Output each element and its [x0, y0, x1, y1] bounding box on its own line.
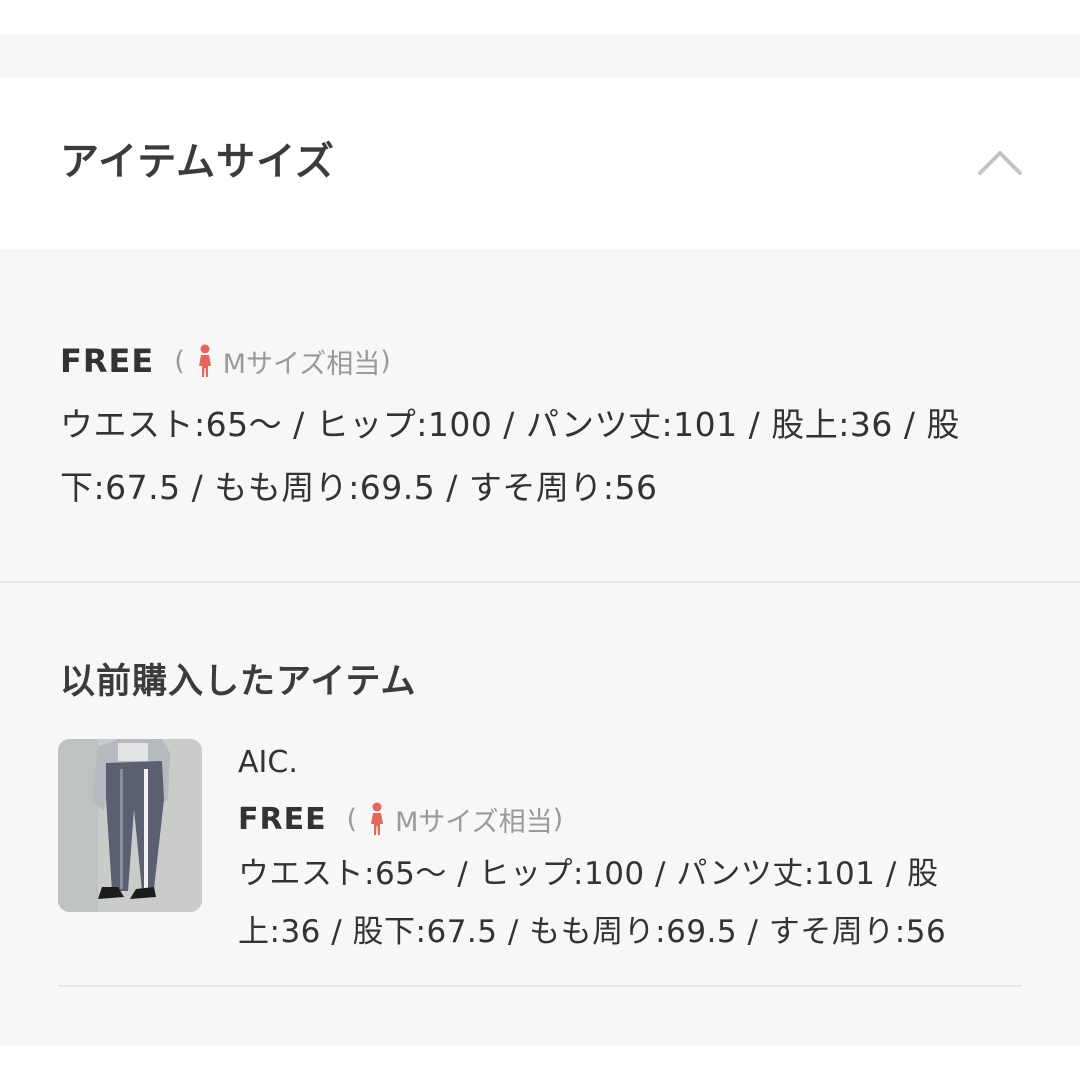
open-paren: ( — [174, 345, 185, 377]
brand-name: AIC. — [238, 745, 298, 780]
divider — [0, 581, 1080, 583]
equivalent-label: Mサイズ相当 — [395, 806, 553, 838]
size-equivalent: ( Mサイズ相当 ) — [174, 342, 391, 381]
previous-items-title: 以前購入したアイテム — [60, 662, 417, 702]
size-head: FREE ( Mサイズ相当 ) — [60, 339, 1020, 383]
size-name: FREE — [238, 801, 327, 837]
item-size-header[interactable]: アイテムサイズ — [0, 77, 1080, 249]
woman-icon — [367, 802, 387, 836]
previous-item[interactable]: AIC. FREE ( Mサイズ相当 ) ウエスト:65～ / ヒップ:100 … — [238, 743, 958, 961]
size-head: FREE ( Mサイズ相当 ) — [238, 799, 958, 839]
section-title: アイテムサイズ — [60, 140, 335, 185]
size-equivalent: ( Mサイズ相当 ) — [346, 800, 564, 839]
measurements: ウエスト:65～ / ヒップ:100 / パンツ丈:101 / 股上:36 / … — [238, 856, 947, 950]
size-name: FREE — [60, 342, 155, 380]
bottom-spacer — [0, 1046, 1080, 1080]
close-paren: ) — [380, 345, 391, 377]
size-info: FREE ( Mサイズ相当 ) ウエスト:65～ / ヒップ:100 / パンツ… — [60, 339, 1020, 519]
measurements: ウエスト:65～ / ヒップ:100 / パンツ丈:101 / 股上:36 / … — [60, 405, 960, 507]
size-panel: FREE ( Mサイズ相当 ) ウエスト:65～ / ヒップ:100 / パンツ… — [0, 249, 1080, 1046]
open-paren: ( — [346, 803, 358, 835]
section-separator — [0, 34, 1080, 77]
divider — [58, 985, 1022, 987]
woman-icon — [195, 344, 215, 378]
equivalent-label: Mサイズ相当 — [222, 348, 381, 380]
top-spacer — [0, 0, 1080, 34]
close-paren: ) — [552, 803, 564, 835]
chevron-up-icon[interactable] — [976, 141, 1024, 181]
product-thumbnail[interactable] — [58, 739, 202, 912]
